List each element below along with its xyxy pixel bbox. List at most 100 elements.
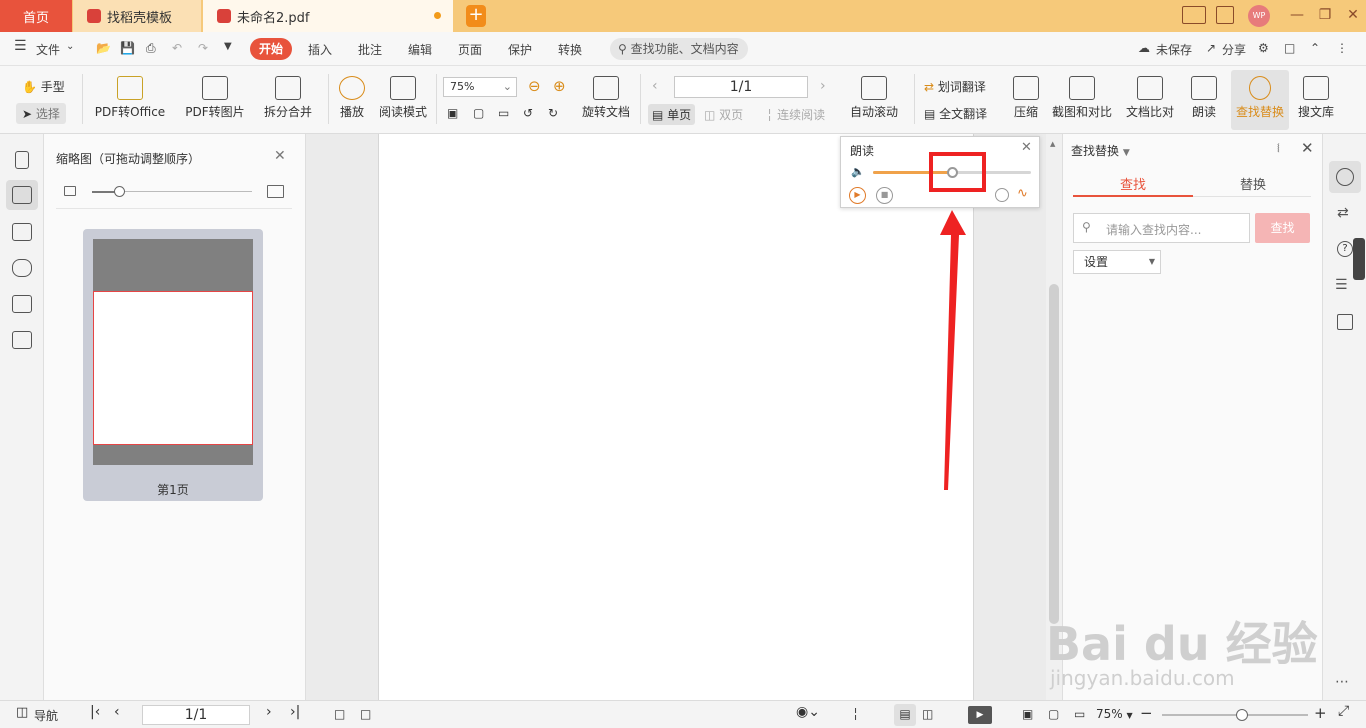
forward-icon[interactable]: □ [360,707,371,721]
last-page-icon[interactable]: ›| [290,704,300,720]
word-translate-button[interactable]: ⇄ 划词翻译 [924,78,986,95]
scroll-up-icon[interactable]: ▲ [1050,140,1055,148]
menu-insert[interactable]: 插入 [308,41,332,58]
close-popup-icon[interactable]: ✕ [1021,140,1032,155]
single-page-view-button[interactable]: ▤ [894,704,916,726]
read-panel-icon[interactable] [1337,314,1353,330]
open-icon[interactable]: 📂 [96,41,111,55]
select-tool[interactable]: ➤ 选择 [16,103,66,124]
continuous-read-button[interactable]: ╎ 连续阅读 [766,106,825,123]
speed-icon[interactable] [995,188,1009,202]
fit-width-icon[interactable]: ▭ [498,106,509,120]
hamburger-icon[interactable]: ☰ [14,38,27,54]
prev-page-icon[interactable]: ‹ [652,78,658,94]
play-icon[interactable]: ▶ [849,187,866,204]
prev-page-icon[interactable]: ‹ [114,704,120,720]
menu-convert[interactable]: 转换 [558,41,582,58]
compress-button[interactable]: 压缩 [1010,66,1042,120]
find-replace-button[interactable]: 查找替换 [1231,70,1289,130]
signature-icon[interactable] [12,295,32,313]
voice-wave-icon[interactable]: ∿ [1017,186,1028,201]
avatar[interactable]: WP [1248,5,1270,27]
find-input[interactable]: ⚲ 请输入查找内容... [1073,213,1250,243]
rotate-left-icon[interactable]: ↺ [523,106,533,120]
menu-page[interactable]: 页面 [458,41,482,58]
cloud-icon[interactable]: ☁ [1138,41,1150,55]
doc-compare-button[interactable]: 文档比对 [1124,66,1176,120]
thumbnail-icon[interactable] [12,186,32,204]
attachment-icon[interactable] [12,259,32,277]
quick-access-dropdown-icon[interactable]: ▼ [224,41,232,52]
rotate-right-icon[interactable]: ↻ [548,106,558,120]
next-page-icon[interactable]: › [820,78,826,94]
menu-protect[interactable]: 保护 [508,41,532,58]
translate-tool-icon[interactable]: ⇄ [1337,205,1349,221]
split-merge-button[interactable]: 拆分合并 [256,66,320,120]
find-panel-title[interactable]: 查找替换 ▼ [1071,142,1130,159]
first-page-icon[interactable]: |‹ [90,704,100,720]
comment-icon[interactable] [12,223,32,241]
side-handle[interactable] [1353,238,1365,280]
status-page-input[interactable]: 1/1 [142,705,250,725]
back-icon[interactable]: □ [334,707,345,721]
zoom-in-icon[interactable]: + [1314,704,1327,722]
slider-handle[interactable] [114,186,125,197]
settings-dropdown[interactable]: 设置 ▼ [1073,250,1161,274]
layout-icon[interactable] [1182,6,1206,24]
hand-tool[interactable]: ✋ 手型 [22,78,65,95]
minimize-icon[interactable]: — [1282,0,1312,32]
zoom-in-icon[interactable]: ⊕ [553,77,566,95]
actual-size-icon[interactable]: ▣ [447,106,458,120]
settings-gear-icon[interactable]: ⚙ [1258,41,1269,55]
share-button[interactable]: 分享 [1222,41,1246,58]
next-page-icon[interactable]: › [266,704,272,720]
large-image-icon[interactable] [267,185,284,198]
pdf-to-image-button[interactable]: PDF转图片 [182,66,248,120]
chevron-down-icon[interactable]: ⌄ [66,41,74,52]
double-page-button[interactable]: ◫ 双页 [704,106,743,123]
double-page-view-icon[interactable]: ◫ [922,707,933,721]
navigation-panel-icon[interactable]: ◫ [16,705,28,720]
rotate-doc-button[interactable]: 旋转文档 [578,66,634,120]
close-panel-icon[interactable]: ✕ [274,148,286,164]
read-mode-button[interactable]: 阅读模式 [376,66,430,120]
library-button[interactable]: 搜文库 [1294,66,1338,120]
menu-start[interactable]: 开始 [250,38,292,60]
actual-size-icon[interactable]: ▣ [1022,707,1033,721]
restore-icon[interactable]: ❐ [1310,0,1340,32]
comment-icon[interactable]: □ [1284,41,1295,55]
status-zoom-value[interactable]: 75% ▼ [1096,707,1133,721]
unsaved-status[interactable]: 未保存 [1156,41,1192,58]
fit-page-icon[interactable]: ▢ [1048,707,1059,721]
close-icon[interactable]: ✕ [1338,0,1366,32]
share-icon[interactable]: ↗ [1206,41,1216,55]
print-icon[interactable]: ⎙ [146,41,156,56]
adjust-icon[interactable]: ☰ [1335,277,1348,293]
file-menu[interactable]: 文件 [36,41,60,58]
tab-replace[interactable]: 替换 [1193,174,1313,193]
save-icon[interactable]: 💾 [120,41,135,55]
read-aloud-button[interactable]: 朗读 [1184,66,1224,120]
zoom-slider-handle[interactable] [1236,709,1249,721]
scrollbar-thumb[interactable] [1049,284,1059,624]
menu-annotate[interactable]: 批注 [358,41,382,58]
tab-find[interactable]: 查找 [1073,174,1193,193]
pdf-to-office-button[interactable]: PDF转Office [88,66,172,120]
collapse-icon[interactable]: ⌃ [1310,41,1320,55]
fit-width-icon[interactable]: ▭ [1074,707,1085,721]
screenshot-compare-button[interactable]: 截图和对比 [1050,66,1114,120]
undo-icon[interactable]: ↶ [172,41,182,55]
layers-icon[interactable] [12,331,32,349]
fit-page-icon[interactable]: ▢ [473,106,484,120]
grid-icon[interactable] [1216,6,1234,24]
tab-document[interactable]: 未命名2.pdf [203,0,453,32]
help-icon[interactable]: ? [1337,241,1353,257]
play-slideshow-icon[interactable]: ▶ [968,706,992,724]
more-options-icon[interactable]: ⋯ [1335,674,1349,690]
full-translate-button[interactable]: ▤ 全文翻译 [924,105,987,122]
tab-template[interactable]: 找稻壳模板 [73,0,201,32]
zoom-out-icon[interactable]: ⊖ [528,77,541,95]
zoom-select[interactable]: 75% ⌄ [443,77,517,97]
bookmark-icon[interactable] [15,151,29,169]
continuous-view-icon[interactable]: ╎ [852,707,859,721]
